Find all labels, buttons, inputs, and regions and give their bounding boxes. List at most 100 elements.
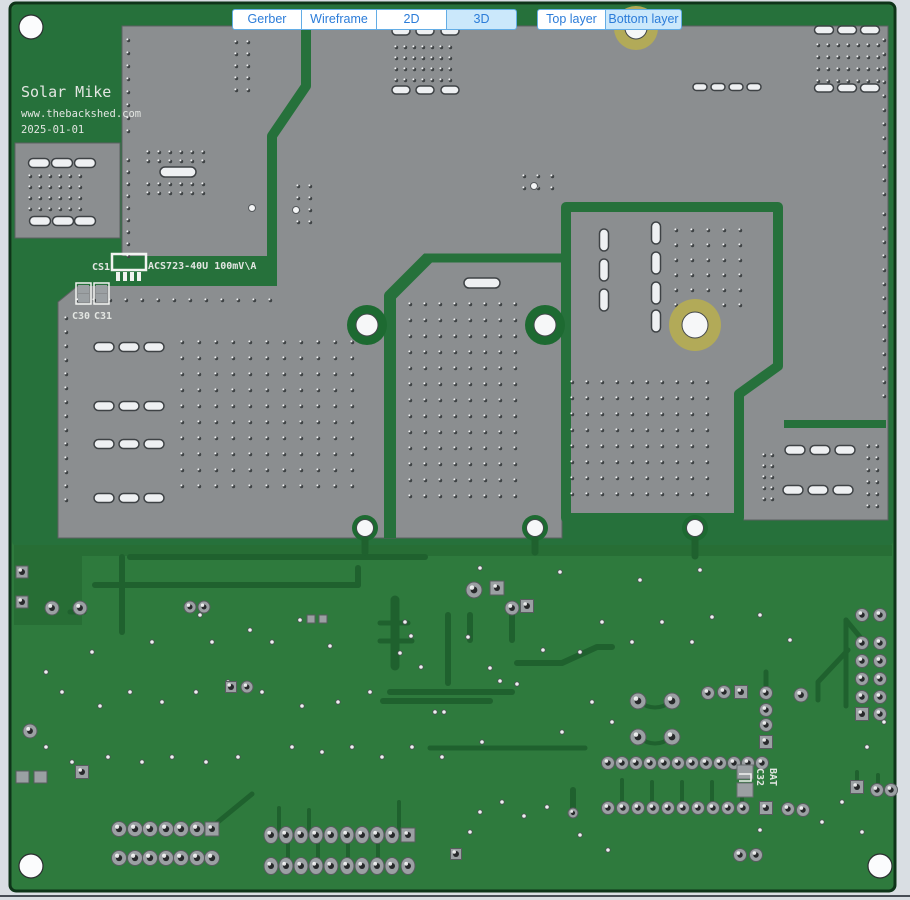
thermal-dot	[64, 428, 66, 430]
thermal-dot	[408, 382, 410, 384]
glint	[327, 831, 331, 835]
thermal-dot	[570, 396, 572, 398]
3d-button[interactable]: 3D	[446, 9, 517, 30]
thermal-dot	[333, 436, 335, 438]
thermal-dot	[645, 460, 647, 462]
smd-pad	[16, 771, 29, 783]
thermal-dot	[498, 302, 500, 304]
glint	[146, 825, 150, 829]
thermal-dot	[28, 207, 30, 209]
via	[578, 650, 582, 654]
thermal-dot	[882, 38, 884, 40]
thermal-dot	[882, 150, 884, 152]
thermal-dot	[316, 468, 318, 470]
thermal-dot	[265, 372, 267, 374]
glint	[18, 568, 22, 572]
thermal-dot	[408, 414, 410, 416]
thermal-dot	[234, 40, 236, 42]
thermal-dot	[690, 492, 692, 494]
thermal-dot	[48, 185, 50, 187]
thermal-dot	[248, 484, 250, 486]
thermal-dot	[674, 288, 676, 290]
glint	[703, 759, 707, 763]
top-layer-button[interactable]: Top layer	[537, 9, 606, 30]
drill-hole	[687, 520, 704, 537]
glint	[680, 804, 684, 808]
thermal-dot	[28, 185, 30, 187]
thermal-dot	[394, 45, 396, 47]
thermal-dot	[423, 494, 425, 496]
thermal-dot	[453, 494, 455, 496]
thermal-dot	[875, 480, 877, 482]
thermal-dot	[600, 380, 602, 382]
thermal-dot	[299, 420, 301, 422]
thermal-dot	[630, 380, 632, 382]
thermal-dot	[333, 340, 335, 342]
thermal-dot	[282, 340, 284, 342]
thermal-dot	[866, 55, 868, 57]
via	[336, 700, 340, 704]
thermal-dot	[882, 94, 884, 96]
thermal-dot	[180, 340, 182, 342]
glint	[508, 604, 512, 608]
thermal-dot	[615, 444, 617, 446]
thermal-dot	[468, 478, 470, 480]
bottom-layer-button[interactable]: Bottom layer	[605, 9, 682, 30]
glint	[208, 825, 212, 829]
thermal-dot	[430, 67, 432, 69]
thermal-dot	[882, 268, 884, 270]
2d-button[interactable]: 2D	[376, 9, 447, 30]
thermal-dot	[615, 460, 617, 462]
gerber-button[interactable]: Gerber	[232, 9, 302, 30]
thermal-dot	[875, 492, 877, 494]
thermal-dot	[423, 318, 425, 320]
thermal-dot	[168, 159, 170, 161]
thermal-dot	[846, 43, 848, 45]
thermal-dot	[705, 428, 707, 430]
thermal-dot	[882, 394, 884, 396]
thermal-dot	[439, 45, 441, 47]
thermal-dot	[866, 480, 868, 482]
glint	[705, 689, 709, 693]
thermal-dot	[570, 380, 572, 382]
silkscreen-c32: C32	[754, 768, 765, 786]
thermal-dot	[408, 302, 410, 304]
thermal-dot	[438, 382, 440, 384]
thermal-dot	[248, 436, 250, 438]
thermal-dot	[220, 298, 222, 300]
smd-pad	[75, 217, 96, 226]
glint	[745, 759, 749, 763]
via	[468, 830, 472, 834]
smd-pad	[810, 446, 830, 455]
thermal-dot	[585, 380, 587, 382]
thermal-dot	[408, 462, 410, 464]
thermal-dot	[38, 174, 40, 176]
thermal-dot	[600, 444, 602, 446]
thermal-dot	[408, 334, 410, 336]
thermal-dot	[690, 258, 692, 260]
thermal-dot	[157, 182, 159, 184]
glint	[282, 831, 286, 835]
glint	[388, 831, 392, 835]
thermal-dot	[403, 45, 405, 47]
thermal-dot	[453, 382, 455, 384]
via	[545, 805, 549, 809]
thermal-dot	[296, 196, 298, 198]
wireframe-button[interactable]: Wireframe	[301, 9, 377, 30]
thermal-dot	[190, 191, 192, 193]
glint	[282, 862, 286, 866]
thermal-dot	[282, 356, 284, 358]
thermal-dot	[483, 350, 485, 352]
thermal-dot	[866, 504, 868, 506]
thermal-dot	[350, 484, 352, 486]
thermal-dot	[38, 185, 40, 187]
via	[249, 205, 256, 212]
thermal-dot	[856, 43, 858, 45]
cs1-pin	[130, 272, 134, 281]
thermal-dot	[197, 372, 199, 374]
via	[248, 628, 252, 632]
thermal-dot	[585, 460, 587, 462]
thermal-dot	[705, 412, 707, 414]
thermal-dot	[645, 396, 647, 398]
glint	[763, 721, 767, 725]
